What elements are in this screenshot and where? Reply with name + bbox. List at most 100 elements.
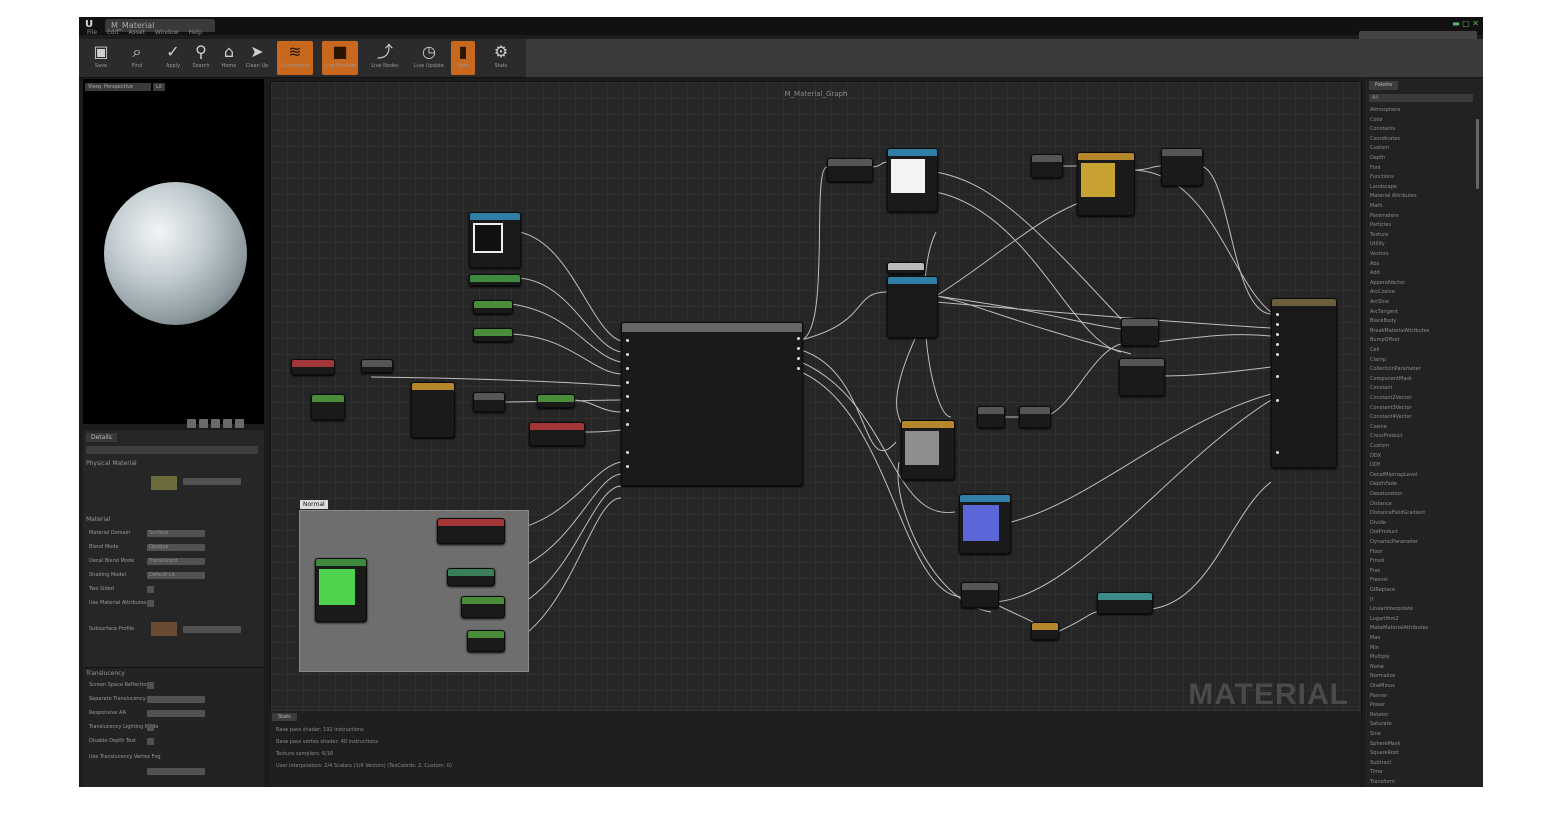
- flatten-normal-node[interactable]: [447, 568, 495, 586]
- palette-item[interactable]: Custom: [1370, 145, 1389, 151]
- preview-viewport[interactable]: Viewport Perspective Lit: [83, 79, 264, 428]
- palette-item[interactable]: Normalize: [1370, 673, 1395, 679]
- palette-item[interactable]: Font: [1370, 165, 1381, 171]
- comment-label[interactable]: Normal: [300, 500, 328, 509]
- ssr-checkbox[interactable]: [147, 682, 154, 689]
- blend-mode-select[interactable]: Opaque: [147, 544, 205, 551]
- palette-item[interactable]: Constant3Vector: [1370, 405, 1412, 411]
- texture-sample-node-white[interactable]: [887, 148, 938, 212]
- physical-material-section[interactable]: Physical Material: [86, 460, 137, 467]
- palette-item[interactable]: Constant: [1370, 385, 1392, 391]
- vector-param-node-red[interactable]: [291, 359, 335, 375]
- palette-item[interactable]: Max: [1370, 635, 1380, 641]
- palette-item[interactable]: Vectors: [1370, 251, 1389, 257]
- palette-item[interactable]: Atmosphere: [1370, 107, 1400, 113]
- palette-item[interactable]: If: [1370, 597, 1373, 603]
- material-domain-select[interactable]: Surface: [147, 530, 205, 537]
- constant-node-6[interactable]: [467, 630, 505, 652]
- clamp-node[interactable]: [961, 582, 999, 608]
- palette-item[interactable]: ArcSine: [1370, 299, 1389, 305]
- live-preview-button[interactable]: ■ Live Preview: [322, 41, 358, 75]
- cube-shape-button[interactable]: [223, 419, 232, 428]
- menu-asset[interactable]: Asset: [129, 29, 145, 36]
- palette-item[interactable]: Transform: [1370, 779, 1395, 785]
- palette-item[interactable]: Clamp: [1370, 357, 1386, 363]
- palette-item[interactable]: Landscape: [1370, 184, 1397, 190]
- translucency-section[interactable]: Translucency: [86, 670, 125, 677]
- texcoord-node[interactable]: [469, 274, 521, 286]
- palette-item[interactable]: DistanceFieldGradient: [1370, 510, 1425, 516]
- multiply-node-2[interactable]: [1031, 154, 1063, 178]
- separate-translucency-field[interactable]: [147, 696, 205, 703]
- mesh-shape-button[interactable]: [235, 419, 244, 428]
- palette-item[interactable]: ArcCosine: [1370, 289, 1395, 295]
- palette-item[interactable]: Particles: [1370, 222, 1391, 228]
- palette-item[interactable]: SquareRoot: [1370, 750, 1399, 756]
- add-node-2[interactable]: [1161, 148, 1203, 186]
- palette-item[interactable]: Utility: [1370, 241, 1385, 247]
- lerp-node-2[interactable]: [1121, 318, 1159, 346]
- palette-item[interactable]: ComponentMask: [1370, 376, 1412, 382]
- scalar-param-node-grey[interactable]: [901, 420, 955, 480]
- palette-item[interactable]: Divide: [1370, 520, 1386, 526]
- palette-item[interactable]: Coordinates: [1370, 136, 1400, 142]
- palette-item[interactable]: DDX: [1370, 453, 1381, 459]
- menu-help[interactable]: Help: [188, 29, 202, 36]
- constant-node-3[interactable]: [311, 394, 345, 420]
- palette-item[interactable]: BreakMaterialAttributes: [1370, 328, 1429, 334]
- palette-item[interactable]: Constants: [1370, 126, 1395, 132]
- connectors-button[interactable]: ≋ Connectors: [277, 41, 313, 75]
- save-button[interactable]: ▣ Save: [83, 41, 119, 75]
- palette-item[interactable]: Custom: [1370, 443, 1389, 449]
- lit-tab[interactable]: Lit: [153, 83, 166, 91]
- multiply-node-1[interactable]: [361, 359, 393, 373]
- palette-item[interactable]: Noise: [1370, 664, 1384, 670]
- palette-item[interactable]: Color: [1370, 117, 1383, 123]
- palette-item[interactable]: GIReplace: [1370, 587, 1395, 593]
- palette-item[interactable]: Math: [1370, 203, 1383, 209]
- texture-sample-node-grid[interactable]: [469, 212, 521, 268]
- material-attributes-node[interactable]: [621, 322, 803, 486]
- subsurface-profile-field[interactable]: [183, 626, 241, 633]
- physical-material-field[interactable]: [183, 478, 241, 485]
- palette-item[interactable]: DecalMipmapLevel: [1370, 472, 1417, 478]
- plane-shape-button[interactable]: [211, 419, 220, 428]
- constant-node-5[interactable]: [461, 596, 505, 618]
- palette-item[interactable]: BlackBody: [1370, 318, 1396, 324]
- palette-scrollbar[interactable]: [1476, 119, 1479, 189]
- constant-node-2[interactable]: [473, 328, 513, 342]
- palette-item[interactable]: CollectionParameter: [1370, 366, 1421, 372]
- hide-button[interactable]: ▮ Hide: [451, 41, 475, 75]
- palette-item[interactable]: Cosine: [1370, 424, 1387, 430]
- palette-item[interactable]: Rotator: [1370, 712, 1388, 718]
- multiply-node-4[interactable]: [977, 406, 1005, 428]
- details-tab[interactable]: Details: [86, 433, 117, 442]
- palette-category-select[interactable]: All: [1369, 94, 1473, 102]
- palette-item[interactable]: Min: [1370, 645, 1379, 651]
- live-nodes-button[interactable]: ⤴ Live Nodes: [367, 41, 403, 75]
- palette-item[interactable]: Add: [1370, 270, 1380, 276]
- palette-item[interactable]: Parameters: [1370, 213, 1399, 219]
- menu-edit[interactable]: Edit: [107, 29, 119, 36]
- fresnel-node[interactable]: [1097, 592, 1153, 614]
- live-update-button[interactable]: ◷ Live Update: [411, 41, 447, 75]
- translucency-lighting-checkbox[interactable]: [147, 724, 154, 731]
- constant-node-7[interactable]: [1031, 622, 1059, 640]
- normal-param-node[interactable]: [437, 518, 505, 544]
- palette-item[interactable]: Fmod: [1370, 558, 1384, 564]
- palette-item[interactable]: Panner: [1370, 693, 1387, 699]
- palette-item[interactable]: MakeMaterialAttributes: [1370, 625, 1428, 631]
- palette-item[interactable]: SphereMask: [1370, 741, 1401, 747]
- palette-item[interactable]: DDY: [1370, 462, 1380, 468]
- palette-item[interactable]: Fresnel: [1370, 577, 1388, 583]
- palette-item[interactable]: Material Attributes: [1370, 193, 1417, 199]
- palette-item[interactable]: AppendVector: [1370, 280, 1405, 286]
- palette-item[interactable]: Distance: [1370, 501, 1392, 507]
- scalar-param-node[interactable]: [887, 262, 925, 274]
- add-node-1[interactable]: [473, 392, 505, 412]
- palette-item[interactable]: BumpOffset: [1370, 337, 1400, 343]
- palette-item[interactable]: CrossProduct: [1370, 433, 1403, 439]
- palette-item[interactable]: LinearInterpolate: [1370, 606, 1413, 612]
- vector-param-node-red-2[interactable]: [529, 422, 585, 446]
- palette-item[interactable]: DynamicParameter: [1370, 539, 1418, 545]
